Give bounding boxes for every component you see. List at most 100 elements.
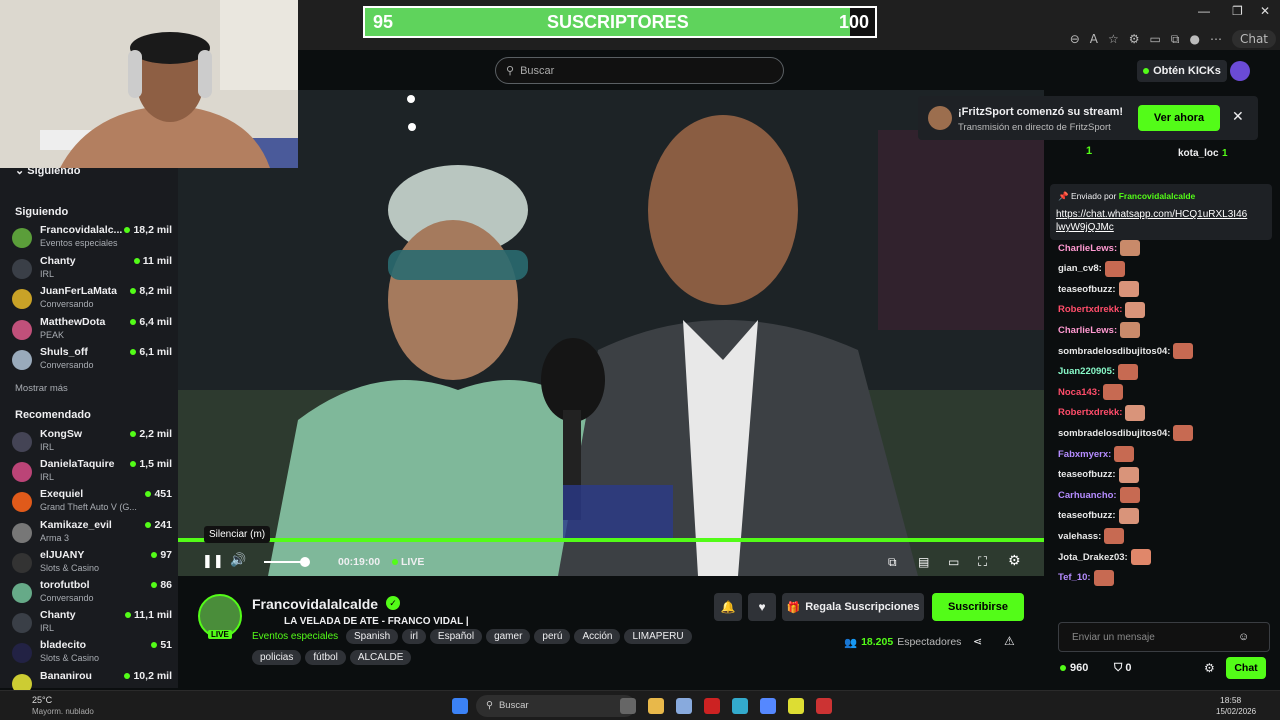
settings-gear-icon[interactable]: ⚙ [1008,553,1021,569]
chat-username[interactable]: Carhuancho: [1058,490,1117,501]
sidebar-item-recommended[interactable]: bladecito Slots & Casino 51 [12,639,172,669]
extensions-icon[interactable]: ⚙ [1129,32,1140,46]
sidebar-item-recommended[interactable]: KongSw IRL 2,2 mil [12,428,172,458]
stream-category[interactable]: Eventos especiales [252,631,338,642]
tag[interactable]: Spanish [346,629,399,644]
pip-icon[interactable]: ⧉ [888,555,897,570]
live-dot [130,431,137,437]
chat-username[interactable]: teaseofbuzz: [1058,284,1116,295]
chat-username[interactable]: Robertxdrekk: [1058,304,1122,315]
chat-settings-icon[interactable]: ⚙ [1204,661,1215,675]
chat-username[interactable]: Noca143: [1058,387,1100,398]
sidebar-item-following[interactable]: Shuls_off Conversando 6,1 mil [12,346,172,376]
tag[interactable]: irl [402,629,426,644]
sidebar-item-recommended[interactable]: Kamikaze_evil Arma 3 241 [12,519,172,549]
sidebar-item-recommended[interactable]: DanielaTaquire IRL 1,5 mil [12,458,172,488]
emote-icon [1125,404,1146,421]
pinned-link[interactable]: https://chat.whatsapp.com/HCQ1uRXL3I46lw… [1056,208,1248,234]
volume-icon[interactable]: 🔊 [230,553,246,568]
top-gifter-user: kota_loc [1178,148,1219,159]
tag[interactable]: gamer [486,629,531,644]
sidebar-item-recommended[interactable]: Exequiel Grand Theft Auto V (G... 451 [12,488,172,518]
webcam-frame [0,0,298,168]
sidebar-item-following[interactable]: Chanty IRL 11 mil [12,255,172,285]
file-explorer-icon[interactable] [648,698,664,714]
sidebar-item-following[interactable]: MatthewDota PEAK 6,4 mil [12,316,172,346]
taskbar-search[interactable]: ⚲ Buscar [476,695,636,717]
live-indicator: LIVE [392,556,424,568]
tag[interactable]: LIMAPERU [624,629,692,644]
search-input[interactable]: ⚲ Buscar [495,57,784,84]
user-avatar[interactable] [1230,61,1250,81]
chat-username[interactable]: sombradelosdibujitos04: [1058,346,1170,357]
sidebar-item-following[interactable]: Francovidalalc... Eventos especiales 18,2… [12,224,172,254]
follow-heart-button[interactable]: ♥ [748,593,776,621]
chat-username[interactable]: CharlieLews: [1058,325,1117,336]
chat-username[interactable]: Juan220905: [1058,366,1115,377]
chat-username[interactable]: teaseofbuzz: [1058,469,1116,480]
sidebar-item-recommended[interactable]: Chanty IRL 11,1 mil [12,609,172,639]
chat-username[interactable]: sombradelosdibujitos04: [1058,428,1170,439]
get-kicks-button[interactable]: Obtén KICKs [1137,60,1227,82]
collections-icon[interactable]: ⧉ [1171,32,1180,47]
fullscreen-icon[interactable]: ⛶ [978,554,987,570]
store-icon[interactable] [676,698,692,714]
chat-username[interactable]: teaseofbuzz: [1058,510,1116,521]
chat-username[interactable]: Robertxdrekk: [1058,407,1122,418]
edge-icon[interactable] [732,698,748,714]
tag[interactable]: Acción [574,629,621,644]
more-icon[interactable]: ⋯ [1210,32,1222,46]
chat-send-button[interactable]: Chat [1226,657,1266,679]
profile-icon[interactable]: ● [1189,32,1199,46]
tag[interactable]: policias [252,650,302,665]
read-aloud-icon[interactable]: A [1090,32,1098,46]
copilot-chat-button[interactable]: Chat [1231,30,1276,48]
tag[interactable]: Español [429,629,483,644]
minimize-button[interactable]: — [1198,4,1210,18]
pinned-message[interactable]: 📌 Enviado por Francovidalalcalde https:/… [1050,184,1272,240]
emoji-icon[interactable]: ☺ [1238,631,1249,643]
sidebar-item-recommended[interactable]: elJUANY Slots & Casino 97 [12,549,172,579]
clip-icon[interactable]: ▤ [918,555,929,569]
split-icon[interactable]: ▭ [1150,32,1161,46]
favorite-icon[interactable]: ☆ [1108,32,1119,46]
maximize-button[interactable]: ❐ [1232,4,1243,18]
tag[interactable]: perú [534,629,571,644]
volume-knob[interactable] [300,557,310,567]
tag[interactable]: fútbol [305,650,346,665]
close-notification-icon[interactable]: ✕ [1232,108,1244,125]
app-icon[interactable] [704,698,720,714]
windows-start-icon[interactable] [452,698,468,714]
app2-icon[interactable] [788,698,804,714]
discord-icon[interactable] [760,698,776,714]
notification-bell-button[interactable]: 🔔 [714,593,742,621]
kicks-count: 960 [1070,662,1089,674]
sidebar-item-recommended[interactable]: torofutbol Conversando 86 [12,579,172,609]
share-icon[interactable]: ⋖ [973,635,982,648]
video-player[interactable] [178,90,1044,576]
close-window-button[interactable]: ✕ [1260,4,1270,18]
tag[interactable]: ALCALDE [349,650,412,665]
channel-name[interactable]: Francovidalalcalde [252,596,378,612]
chat-username[interactable]: CharlieLews: [1058,243,1117,254]
chat-username[interactable]: Tef_10: [1058,572,1091,583]
progress-bar[interactable] [178,538,1044,542]
viewer-count-label: 1,5 mil [139,458,172,471]
zoom-icon[interactable]: ⊖ [1070,32,1080,46]
channel-category: Slots & Casino [40,562,100,573]
show-more-link[interactable]: Mostrar más [15,383,68,394]
chat-username[interactable]: Jota_Drakez03: [1058,552,1128,563]
theater-icon[interactable]: ▭ [948,555,959,569]
subscribe-button[interactable]: Suscribirse [932,593,1024,621]
task-view-icon[interactable] [620,698,636,714]
watch-now-button[interactable]: Ver ahora [1138,105,1220,131]
pause-icon[interactable]: ❚❚ [202,554,224,569]
app3-icon[interactable] [816,698,832,714]
chat-username[interactable]: gian_cv8: [1058,263,1102,274]
chat-username[interactable]: valehass: [1058,531,1101,542]
sidebar-item-following[interactable]: JuanFerLaMata Conversando 8,2 mil [12,285,172,315]
gift-subs-button[interactable]: 🎁 Regala Suscripciones [782,593,924,621]
chat-username[interactable]: Fabxmyerx: [1058,449,1111,460]
report-icon[interactable]: ⚠ [1004,634,1015,648]
live-dot [133,257,140,264]
